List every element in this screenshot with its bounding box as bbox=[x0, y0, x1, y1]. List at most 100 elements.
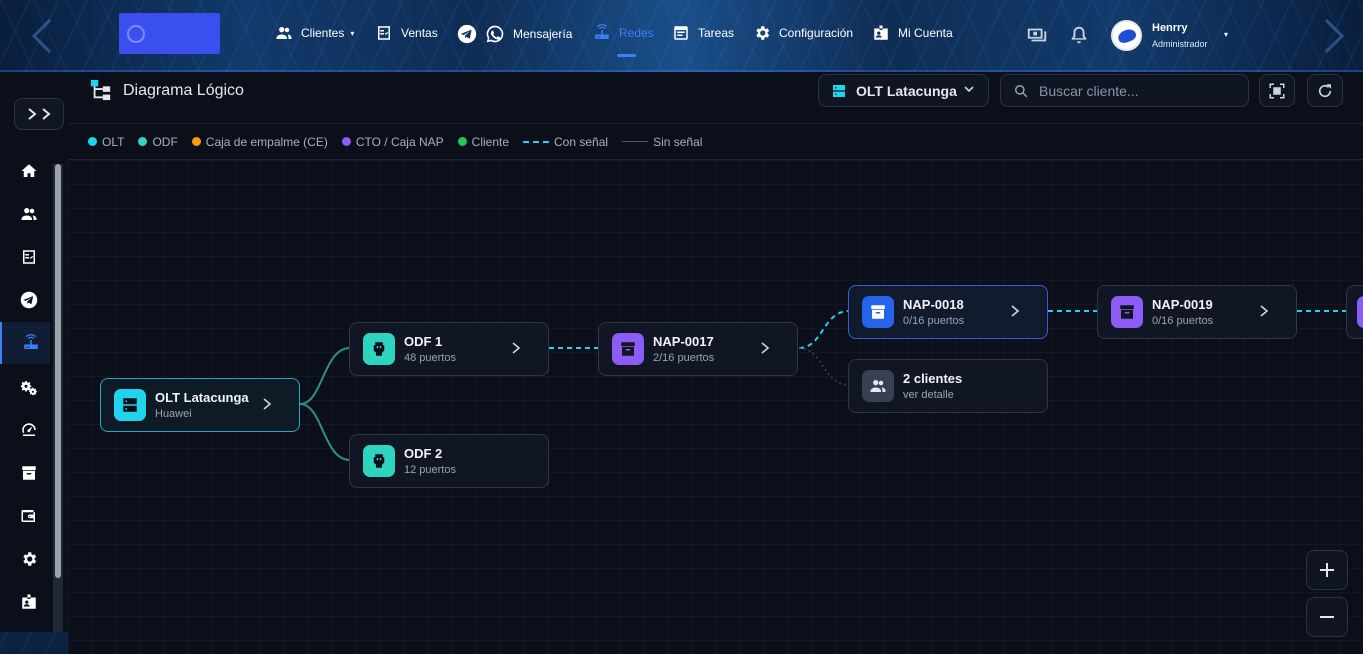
sidebar-item-soporte[interactable] bbox=[20, 421, 42, 443]
sidebar-expand-button[interactable] bbox=[14, 98, 64, 130]
diagram-toolbar: Diagrama Lógico OLT Latacunga bbox=[68, 72, 1363, 124]
sidebar-item-configuracion-avanzada[interactable] bbox=[20, 378, 42, 400]
user-name[interactable]: Henrry bbox=[1152, 22, 1187, 34]
active-nav-indicator bbox=[617, 54, 636, 57]
decor-chevron-icon bbox=[31, 18, 52, 54]
nav-mi-cuenta[interactable]: Mi Cuenta bbox=[872, 24, 953, 42]
server-icon bbox=[123, 398, 137, 412]
sidebar-item-redes[interactable] bbox=[0, 322, 50, 364]
chevron-right-icon bbox=[28, 108, 37, 120]
user-avatar[interactable] bbox=[1111, 20, 1142, 51]
archive-box-icon bbox=[1120, 305, 1134, 319]
router-icon bbox=[595, 24, 609, 39]
olt-selector-dropdown[interactable]: OLT Latacunga bbox=[818, 74, 989, 107]
wallet-icon bbox=[21, 510, 35, 522]
node-nap-0019[interactable]: NAP-0019 0/16 puertos bbox=[1097, 285, 1297, 339]
legend-label: CTO / Caja NAP bbox=[355, 134, 444, 149]
legend-dot-icon bbox=[138, 137, 148, 146]
archive-box-icon bbox=[621, 342, 635, 356]
chevron-right-icon[interactable] bbox=[1009, 304, 1021, 318]
sidebar-item-mensajeria[interactable] bbox=[20, 291, 42, 313]
node-odf-2[interactable]: ODF 2 12 puertos bbox=[349, 434, 549, 488]
cash-register-icon[interactable] bbox=[1026, 24, 1048, 46]
nav-mensajeria[interactable]: Mensajería bbox=[457, 24, 572, 44]
chevron-right-icon[interactable] bbox=[510, 341, 522, 355]
sidebar-item-billetera[interactable] bbox=[20, 507, 42, 529]
nav-clientes[interactable]: Clientes ▾ bbox=[275, 24, 354, 42]
legend-dot-icon bbox=[341, 137, 351, 146]
nav-label: Ventas bbox=[401, 26, 438, 40]
nav-label: Clientes bbox=[301, 26, 345, 40]
client-node-icon-badge bbox=[862, 370, 894, 402]
node-partial-next[interactable] bbox=[1346, 285, 1363, 339]
search-input[interactable] bbox=[1039, 81, 1239, 101]
node-odf-1[interactable]: ODF 1 48 puertos bbox=[349, 322, 549, 376]
chevron-right-icon bbox=[42, 108, 51, 120]
sidebar-item-mi-cuenta[interactable] bbox=[20, 593, 42, 615]
sidebar-item-configuracion[interactable] bbox=[20, 550, 42, 572]
edge-olt-odf1 bbox=[299, 347, 351, 405]
fit-to-screen-button[interactable] bbox=[1259, 74, 1295, 107]
node-clients-group[interactable]: 2 clientes ver detalle bbox=[848, 359, 1048, 413]
sidebar-item-ventas[interactable] bbox=[20, 248, 42, 270]
edge-nap17-clients bbox=[798, 347, 850, 386]
server-icon bbox=[833, 84, 845, 97]
legend-dashed-line-icon bbox=[523, 140, 550, 143]
zoom-out-button[interactable] bbox=[1306, 597, 1348, 637]
node-subtitle: 12 puertos bbox=[404, 464, 456, 476]
nav-tareas[interactable]: Tareas bbox=[672, 24, 734, 42]
view-detail-link[interactable]: ver detalle bbox=[903, 389, 954, 401]
node-nap-0017[interactable]: NAP-0017 2/16 puertos bbox=[598, 322, 798, 376]
nav-redes[interactable]: Redes bbox=[593, 24, 654, 42]
legend-item: ODF bbox=[138, 135, 178, 149]
diagram-canvas[interactable]: OLT Latacunga Huawei ODF 1 48 puertos OD… bbox=[68, 160, 1363, 654]
company-logo[interactable] bbox=[119, 13, 220, 54]
nav-configuracion[interactable]: Configuración bbox=[753, 24, 853, 42]
sitemap-icon bbox=[90, 79, 111, 101]
sidebar-item-home[interactable] bbox=[20, 162, 42, 184]
legend-item: Con señal bbox=[523, 135, 608, 149]
legend-label: Caja de empalme (CE) bbox=[205, 134, 328, 149]
user-menu-chevron-icon[interactable]: ▾ bbox=[1224, 30, 1228, 39]
chevron-right-icon[interactable] bbox=[1258, 304, 1270, 318]
legend-dot-icon bbox=[88, 137, 97, 146]
node-subtitle: Huawei bbox=[155, 408, 192, 420]
telegram-icon bbox=[457, 24, 477, 44]
nap-node-icon-badge bbox=[1357, 296, 1363, 328]
archive-box-icon bbox=[871, 305, 885, 319]
users-icon bbox=[276, 27, 292, 39]
ethernet-port-icon bbox=[373, 342, 385, 356]
main-content: Diagrama Lógico OLT Latacunga OLT ODF Caja… bbox=[68, 72, 1363, 654]
zoom-in-button[interactable] bbox=[1306, 550, 1348, 590]
sidebar-scrollbar[interactable] bbox=[53, 164, 63, 632]
odf-node-icon-badge bbox=[363, 333, 395, 365]
node-nap-0018[interactable]: NAP-0018 0/16 puertos bbox=[848, 285, 1048, 339]
node-subtitle: 2/16 puertos bbox=[653, 352, 715, 364]
sidebar-item-clientes[interactable] bbox=[20, 205, 42, 227]
sidebar-item-inventario[interactable] bbox=[20, 464, 42, 486]
legend-item: Caja de empalme (CE) bbox=[191, 134, 328, 149]
node-olt-latacunga[interactable]: OLT Latacunga Huawei bbox=[100, 378, 300, 432]
nav-ventas[interactable]: Ventas bbox=[375, 24, 438, 42]
calendar-icon bbox=[674, 26, 688, 40]
diagram-legend: OLT ODF Caja de empalme (CE) CTO / Caja NAP… bbox=[68, 124, 1363, 160]
scrollbar-thumb[interactable] bbox=[55, 164, 61, 578]
legend-dot-icon bbox=[191, 137, 201, 146]
node-subtitle: 0/16 puertos bbox=[903, 315, 965, 327]
olt-selector-value: OLT Latacunga bbox=[856, 82, 957, 99]
id-badge-icon bbox=[22, 594, 36, 609]
node-title: ODF 2 bbox=[404, 446, 443, 461]
legend-label: Sin señal bbox=[653, 134, 703, 149]
client-search-box[interactable] bbox=[1000, 74, 1249, 107]
users-icon bbox=[870, 380, 886, 392]
chevron-right-icon[interactable] bbox=[261, 397, 273, 411]
node-title: OLT Latacunga bbox=[155, 390, 249, 405]
node-title: NAP-0018 bbox=[903, 297, 964, 312]
node-subtitle: 0/16 puertos bbox=[1152, 315, 1214, 327]
odf-node-icon-badge bbox=[363, 445, 395, 477]
checklist-icon bbox=[23, 250, 35, 264]
chevron-right-icon[interactable] bbox=[759, 341, 771, 355]
bell-icon[interactable] bbox=[1068, 24, 1090, 46]
refresh-button[interactable] bbox=[1307, 74, 1343, 107]
gear-icon bbox=[23, 552, 37, 566]
